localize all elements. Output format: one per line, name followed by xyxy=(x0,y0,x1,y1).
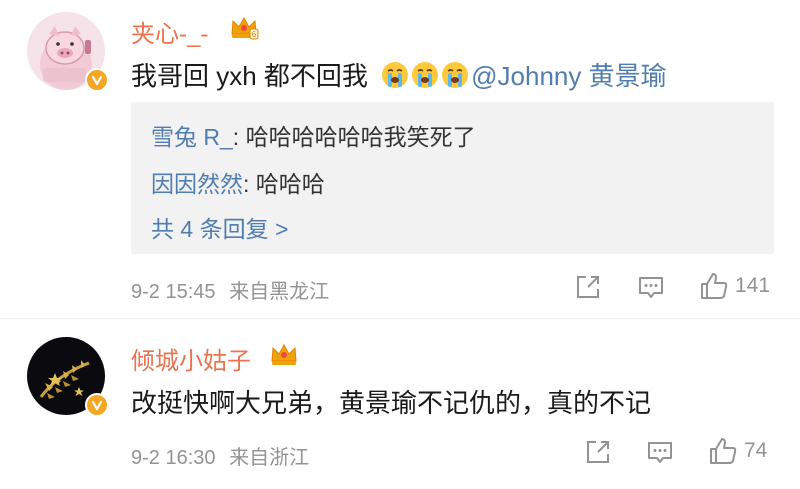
like-button[interactable]: 141 xyxy=(699,271,770,301)
crying-face-icon xyxy=(442,62,469,88)
vip-crown-icon xyxy=(271,343,297,365)
comment-text: 我哥回 yxh 都不回我 @Johnny 黄景瑜 xyxy=(131,56,667,93)
username[interactable]: 夹心-_- xyxy=(131,14,208,49)
comment-source: 来自黑龙江 xyxy=(229,281,330,303)
verified-badge-icon xyxy=(85,68,109,92)
avatar[interactable] xyxy=(27,12,109,92)
comment-source: 来自浙江 xyxy=(229,447,310,469)
vip-crown-icon: 6 xyxy=(231,16,259,40)
thumbs-up-icon xyxy=(701,273,728,299)
reply-username[interactable]: 雪兔 R_ xyxy=(151,124,233,150)
comment-body: 我哥回 yxh 都不回我 xyxy=(131,61,368,91)
share-icon xyxy=(577,276,599,298)
svg-text:6: 6 xyxy=(252,30,257,39)
comment-item: 倾城小姑子 改挺快啊大兄弟，黄景瑜不记仇的，真的不记 9-2 16:30 来自浙… xyxy=(0,319,800,489)
like-button[interactable]: 74 xyxy=(708,436,767,466)
reply-text: : 哈哈哈哈哈哈我笑死了 xyxy=(232,124,476,150)
comment-time: 9-2 15:45 xyxy=(131,281,216,303)
mention-link[interactable]: @Johnny 黄景瑜 xyxy=(471,61,666,91)
comment-meta: 9-2 15:45 来自黑龙江 xyxy=(131,275,329,304)
comment-time: 9-2 16:30 xyxy=(131,447,216,469)
comment-meta: 9-2 16:30 来自浙江 xyxy=(131,441,309,470)
username[interactable]: 倾城小姑子 xyxy=(131,341,251,376)
comment-button[interactable] xyxy=(646,438,674,466)
reply-item: 雪兔 R_: 哈哈哈哈哈哈我笑死了 xyxy=(151,118,476,152)
reply-username[interactable]: 因因然然 xyxy=(151,171,243,197)
more-replies-link[interactable]: 共 4 条回复 > xyxy=(151,210,288,244)
reply-box[interactable]: 雪兔 R_: 哈哈哈哈哈哈我笑死了 因因然然: 哈哈哈 共 4 条回复 > xyxy=(131,102,774,254)
reply-text: : 哈哈哈 xyxy=(243,171,325,197)
avatar[interactable] xyxy=(27,337,109,417)
comment-item: 夹心-_- 6 我哥回 yxh 都不回我 @Johnny 黄景瑜 雪兔 R_: … xyxy=(0,0,800,318)
share-button[interactable] xyxy=(584,438,612,466)
reply-item: 因因然然: 哈哈哈 xyxy=(151,165,325,199)
comment-icon xyxy=(639,277,663,298)
share-button[interactable] xyxy=(574,273,602,301)
comment-icon xyxy=(648,442,672,463)
share-icon xyxy=(587,441,609,463)
comment-text: 改挺快啊大兄弟，黄景瑜不记仇的，真的不记 xyxy=(131,388,652,418)
comment-button[interactable] xyxy=(637,273,665,301)
crying-face-icon xyxy=(382,62,409,88)
like-count: 141 xyxy=(735,274,771,297)
like-count: 74 xyxy=(744,439,768,462)
crying-face-icon xyxy=(412,62,439,88)
thumbs-up-icon xyxy=(710,438,737,464)
verified-badge-icon xyxy=(85,393,109,417)
